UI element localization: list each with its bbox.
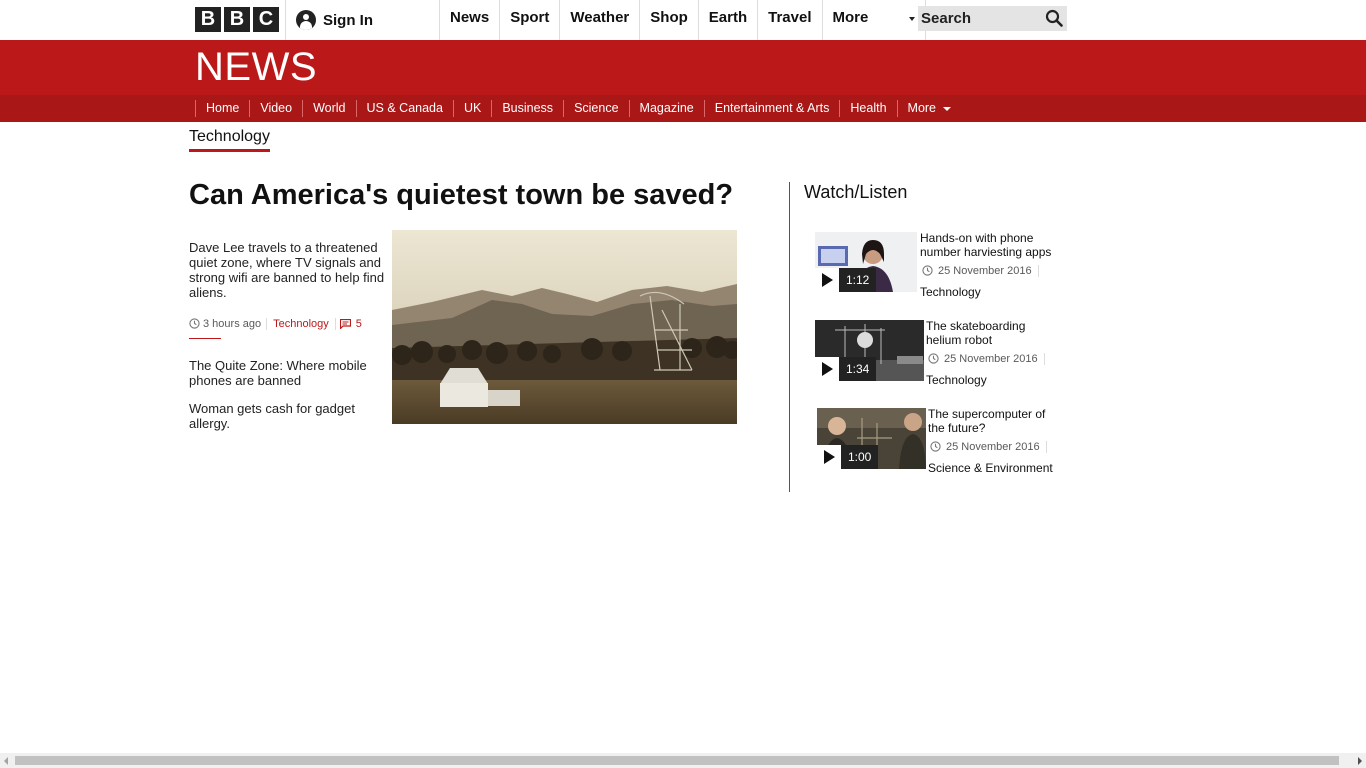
section-nav-home[interactable]: Home [195,100,249,117]
video-section-link[interactable]: Science & Environment [928,461,1053,475]
scrollbar-thumb[interactable] [15,756,1339,765]
bbc-logo[interactable]: B B C [195,7,279,32]
sign-in-label: Sign In [323,11,373,29]
section-nav-us-canada[interactable]: US & Canada [355,100,453,117]
story-image[interactable] [392,230,737,424]
video-headline[interactable]: The skateboarding helium robot [926,319,1041,347]
story-comments-link[interactable]: 5 [336,318,362,330]
meta-divider [189,338,221,339]
global-nav-earth[interactable]: Earth [699,0,759,40]
section-nav: Home Video World US & Canada UK Business… [0,95,1366,122]
video-duration: 1:34 [839,357,877,381]
global-nav-more[interactable]: More [823,0,926,40]
play-icon[interactable] [815,268,839,292]
video-date: 25 November 2016 [922,264,1039,277]
section-nav-magazine[interactable]: Magazine [628,100,704,117]
clock-icon [189,318,200,329]
comment-icon [339,318,351,329]
search-icon[interactable] [1045,9,1063,27]
related-story-link[interactable]: Woman gets cash for gadget allergy. [189,401,384,431]
global-nav-shop[interactable]: Shop [640,0,699,40]
play-icon[interactable] [817,445,841,469]
logo-letter: B [195,7,221,32]
video-date: 25 November 2016 [930,440,1047,453]
video-thumbnail[interactable]: 1:12 [815,232,917,292]
story-meta: 3 hours ago Technology 5 [189,317,362,330]
search-box [918,6,1067,31]
telescope-landscape-image [392,230,737,424]
chevron-down-icon [908,17,915,21]
play-icon[interactable] [815,357,839,381]
story-summary: Dave Lee travels to a threatened quiet z… [189,240,385,300]
scroll-left-icon[interactable] [4,757,8,765]
section-nav-science[interactable]: Science [563,100,628,117]
scroll-right-icon[interactable] [1358,757,1362,765]
watch-listen-heading: Watch/Listen [804,182,908,202]
clock-icon [928,353,939,364]
story-timestamp: 3 hours ago [203,317,268,330]
sign-in-button[interactable]: Sign In [285,0,440,40]
meta-separator [1045,440,1047,453]
search-input[interactable] [918,6,1038,31]
video-headline[interactable]: Hands-on with phone number harviesting a… [920,231,1060,259]
section-nav-health[interactable]: Health [839,100,896,117]
video-thumbnail[interactable]: 1:00 [817,408,926,469]
meta-separator [1043,352,1045,365]
global-nav: News Sport Weather Shop Earth Travel Mor… [440,0,926,40]
video-date-text: 25 November 2016 [944,352,1038,365]
video-headline[interactable]: The supercomputer of the future? [928,407,1053,435]
section-nav-entertainment-arts[interactable]: Entertainment & Arts [703,100,840,117]
section-nav-more-label: More [907,101,937,115]
logo-letter: C [253,7,279,32]
section-nav-business[interactable]: Business [491,100,563,117]
logo-letter: B [224,7,250,32]
clock-icon [930,441,941,452]
comment-count: 5 [355,317,362,330]
global-header: B B C Sign In News Sport Weather Shop Ea… [0,0,1366,40]
video-date-text: 25 November 2016 [938,264,1032,277]
horizontal-scrollbar[interactable] [0,753,1366,768]
video-date-text: 25 November 2016 [946,440,1040,453]
section-nav-more[interactable]: More [896,100,960,117]
story-section-link[interactable]: Technology [267,317,336,330]
chevron-down-icon [943,107,952,111]
video-duration: 1:12 [839,268,877,292]
news-banner: NEWS [0,40,1366,95]
meta-separator [1037,264,1039,277]
global-nav-travel[interactable]: Travel [758,0,823,40]
clock-icon [922,265,933,276]
user-icon [296,10,316,30]
video-thumbnail[interactable]: 1:34 [815,320,924,381]
video-section-link[interactable]: Technology [920,285,981,299]
section-nav-uk[interactable]: UK [452,100,491,117]
story-headline[interactable]: Can America's quietest town be saved? [189,176,789,214]
news-title[interactable]: NEWS [195,43,317,91]
global-nav-weather[interactable]: Weather [560,0,641,40]
video-section-link[interactable]: Technology [926,373,987,387]
page-section-label: Technology [189,128,270,152]
section-nav-video[interactable]: Video [249,100,302,117]
global-nav-sport[interactable]: Sport [500,0,561,40]
video-date: 25 November 2016 [928,352,1045,365]
global-nav-more-label: More [832,9,869,26]
column-divider [789,182,790,492]
video-duration: 1:00 [841,445,879,469]
section-nav-world[interactable]: World [302,100,355,117]
related-story-link[interactable]: The Quite Zone: Where mobile phones are … [189,358,384,388]
global-nav-news[interactable]: News [440,0,501,40]
